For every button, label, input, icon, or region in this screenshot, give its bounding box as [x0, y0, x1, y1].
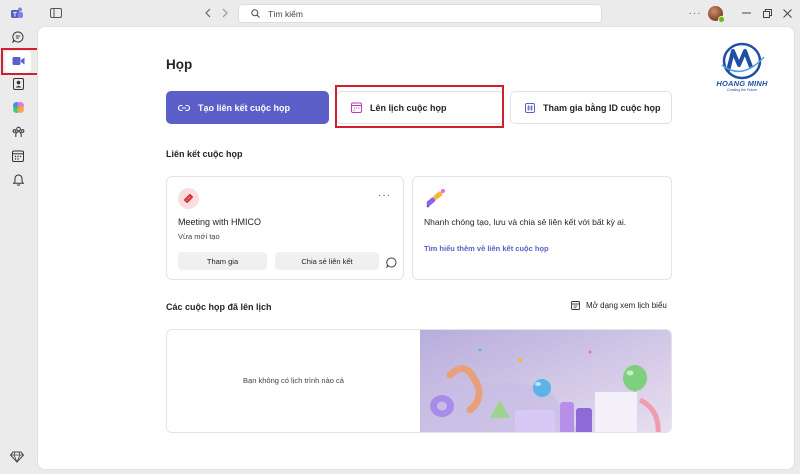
- premium-diamond-icon[interactable]: [9, 450, 25, 468]
- avatar[interactable]: [708, 6, 725, 23]
- calendar-view-icon: [571, 301, 580, 310]
- search-input[interactable]: [268, 8, 568, 19]
- bell-icon: [12, 173, 24, 191]
- highlight-box-schedule: [335, 85, 504, 128]
- logo-tagline: Creating the Future: [726, 88, 758, 92]
- rail-item-contacts[interactable]: [5, 75, 31, 97]
- empty-state-illustration: [420, 330, 671, 432]
- learn-more-link[interactable]: Tìm hiểu thêm về liên kết cuộc họp: [424, 244, 549, 253]
- sidebar-toggle-icon[interactable]: [47, 4, 65, 22]
- contact-card-icon: [12, 77, 24, 95]
- meeting-links-heading: Liên kết cuộc họp: [166, 149, 243, 159]
- open-calendar-view-label: Mở dạng xem lịch biểu: [586, 301, 667, 310]
- link-illustration-icon: [424, 187, 448, 214]
- scheduled-meetings-heading: Các cuộc họp đã lên lịch: [166, 302, 272, 312]
- highlight-box-meet: [1, 48, 39, 75]
- more-options-button[interactable]: ···: [686, 4, 704, 22]
- meeting-subtitle: Vừa mới tạo: [178, 232, 220, 241]
- company-logo: HOANG MINH Creating the Future: [708, 41, 776, 101]
- rail-item-calendar[interactable]: [5, 147, 31, 169]
- logo-text: HOANG MINH: [716, 79, 768, 88]
- meeting-link-card[interactable]: ··· Meeting with HMICO Vừa mới tạo Tham …: [166, 176, 404, 280]
- presence-available-icon: [718, 16, 725, 23]
- scheduled-meetings-empty-state: Bạn không có lịch trình nào cả: [166, 329, 672, 433]
- search-box[interactable]: [238, 4, 602, 23]
- rail-item-communities[interactable]: [5, 123, 31, 145]
- rail-item-activity[interactable]: [5, 171, 31, 193]
- search-icon: [251, 5, 260, 23]
- calendar-icon: [12, 149, 24, 167]
- title-bar: T ···: [0, 0, 800, 26]
- rail-item-copilot[interactable]: [5, 99, 31, 121]
- copilot-icon: [12, 101, 25, 119]
- open-calendar-view-button[interactable]: Mở dạng xem lịch biểu: [571, 301, 667, 310]
- create-meeting-link-button[interactable]: Tạo liên kết cuộc họp: [166, 91, 329, 124]
- create-meeting-link-label: Tạo liên kết cuộc họp: [198, 102, 291, 113]
- close-icon[interactable]: [778, 4, 796, 22]
- meeting-title: Meeting with HMICO: [178, 217, 262, 227]
- empty-state-text: Bạn không có lịch trình nào cả: [243, 376, 344, 385]
- forward-arrow-icon[interactable]: [216, 4, 234, 22]
- svg-text:T: T: [13, 13, 17, 19]
- people-group-icon: [12, 125, 25, 143]
- main-panel: Họp HOANG MINH Creating the Future Tạo l…: [37, 26, 795, 470]
- page-title: Họp: [166, 57, 193, 72]
- rail-item-chat[interactable]: [5, 28, 31, 50]
- chat-icon: [12, 30, 24, 48]
- back-arrow-icon[interactable]: [199, 4, 217, 22]
- join-with-id-button[interactable]: Tham gia bằng ID cuộc họp: [510, 91, 672, 124]
- app-rail: [0, 26, 36, 474]
- hashtag-icon: [525, 102, 535, 113]
- share-link-button[interactable]: Chia sẻ liên kết: [275, 252, 379, 270]
- join-with-id-label: Tham gia bằng ID cuộc họp: [543, 102, 661, 113]
- teams-logo-icon: T: [8, 4, 26, 22]
- join-meeting-button[interactable]: Tham gia: [178, 252, 267, 270]
- promo-text: Nhanh chóng tạo, lưu và chia sẻ liên kết…: [424, 217, 627, 227]
- meeting-links-promo-card: Nhanh chóng tạo, lưu và chia sẻ liên kết…: [412, 176, 672, 280]
- link-icon: [178, 104, 190, 112]
- meeting-chat-icon[interactable]: [386, 255, 397, 273]
- minimize-icon[interactable]: [737, 4, 755, 22]
- meeting-more-options-button[interactable]: ···: [378, 190, 391, 201]
- restore-icon[interactable]: [758, 4, 776, 22]
- meeting-ticket-icon: [178, 188, 199, 209]
